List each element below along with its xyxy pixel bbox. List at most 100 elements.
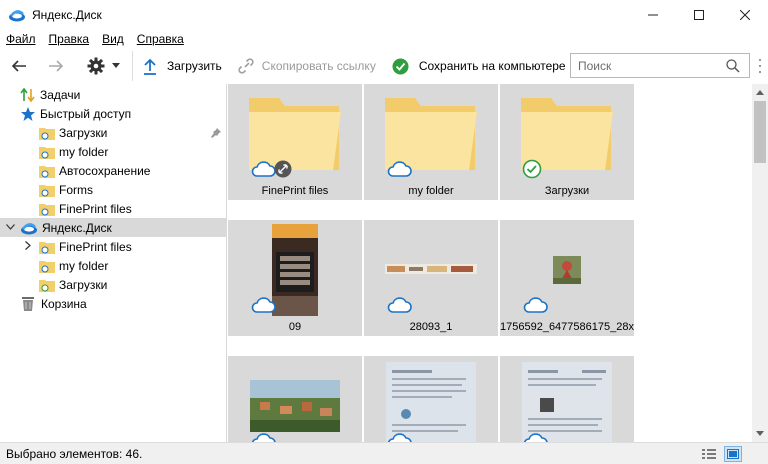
menu-bar: Файл Правка Вид Справка xyxy=(0,30,768,48)
tile-folder-downloads[interactable]: Загрузки xyxy=(500,84,634,200)
upload-icon xyxy=(144,58,156,75)
menu-view[interactable]: Вид xyxy=(102,32,124,46)
cloud-icon xyxy=(251,161,276,177)
minimize-button[interactable] xyxy=(630,0,676,30)
upload-label: Загрузить xyxy=(167,59,222,73)
cloud-icon xyxy=(523,297,548,313)
file-grid: FinePrint files my folder Загрузки 09 28… xyxy=(228,84,752,442)
tree-label: Задачи xyxy=(40,87,81,102)
search-icon[interactable] xyxy=(726,58,740,73)
tile-image-document-2[interactable] xyxy=(500,356,634,442)
close-button[interactable] xyxy=(722,0,768,30)
folder-cloud-icon xyxy=(39,260,55,273)
small-photo-thumbnail xyxy=(553,256,581,284)
scrollbar-thumb[interactable] xyxy=(754,101,766,163)
menu-file[interactable]: Файл xyxy=(6,32,36,46)
tree-label: Быстрый доступ xyxy=(40,106,132,121)
search-box xyxy=(570,53,750,78)
tree-label: Forms xyxy=(59,182,93,197)
tree-item-yandex-disk[interactable]: Яндекс.Диск xyxy=(0,218,226,237)
details-view-button[interactable] xyxy=(700,446,718,462)
tree-item-trash[interactable]: Корзина xyxy=(0,294,226,313)
chevron-down-icon[interactable] xyxy=(6,222,15,233)
arrow-left-icon xyxy=(11,60,26,72)
tree-item-tasks[interactable]: Задачи xyxy=(0,85,226,104)
maximize-button[interactable] xyxy=(676,0,722,30)
tile-label: Загрузки xyxy=(544,185,590,197)
tree-item-quick-access[interactable]: Быстрый доступ xyxy=(0,104,226,123)
pin-icon[interactable] xyxy=(210,127,222,139)
tree-item-disk-fineprint[interactable]: FinePrint files xyxy=(0,237,226,256)
tree-item-disk-downloads[interactable]: Загрузки xyxy=(0,275,226,294)
scroll-down-arrow[interactable] xyxy=(752,425,768,442)
window-title: Яндекс.Диск xyxy=(32,8,102,22)
landscape-photo-thumbnail xyxy=(250,380,340,432)
search-input[interactable] xyxy=(578,58,726,73)
save-label: Сохранить на компьютере xyxy=(418,59,566,73)
tiles-view-icon xyxy=(727,449,739,459)
tile-label: 1756592_6477586175_28x28 xyxy=(500,321,634,333)
banner-photo-thumbnail xyxy=(385,264,477,274)
tile-image-28093-1[interactable]: 28093_1 xyxy=(364,220,498,336)
menu-help[interactable]: Справка xyxy=(137,32,184,46)
folder-synced-icon xyxy=(39,279,55,292)
gear-icon xyxy=(87,57,105,75)
shared-link-icon xyxy=(274,160,292,178)
title-bar: Яндекс.Диск xyxy=(0,0,768,30)
chevron-right-icon[interactable] xyxy=(25,240,31,253)
phone-photo-thumbnail xyxy=(272,224,318,316)
tiles-view-button[interactable] xyxy=(724,446,742,462)
selection-count: Выбрано элементов: 46. xyxy=(6,446,143,461)
tree-label: Автосохранение xyxy=(59,163,151,178)
menu-edit[interactable]: Правка xyxy=(49,32,90,46)
tile-label: my folder xyxy=(408,185,454,197)
tree-item-disk-my-folder[interactable]: my folder xyxy=(0,256,226,275)
tile-label: FinePrint files xyxy=(261,185,329,197)
forward-button[interactable] xyxy=(36,52,76,80)
toolbar: Загрузить Скопировать ссылку Сохранить н… xyxy=(0,48,768,84)
chevron-down-icon xyxy=(112,63,120,68)
status-bar: Выбрано элементов: 46. xyxy=(0,442,768,464)
tile-image-09[interactable]: 09 xyxy=(228,220,362,336)
copy-link-button[interactable]: Скопировать ссылку xyxy=(238,52,376,80)
settings-button[interactable] xyxy=(80,52,126,80)
folder-cloud-icon xyxy=(39,203,55,216)
tree-item-quick-autosave[interactable]: Автосохранение xyxy=(0,161,226,180)
tile-folder-fineprint[interactable]: FinePrint files xyxy=(228,84,362,200)
cloud-icon xyxy=(387,297,412,313)
folder-cloud-icon xyxy=(39,146,55,159)
tree-item-quick-fineprint[interactable]: FinePrint files xyxy=(0,199,226,218)
yandex-disk-icon xyxy=(21,222,37,234)
tile-image-landscape[interactable] xyxy=(228,356,362,442)
folder-cloud-icon xyxy=(39,184,55,197)
tile-label: 09 xyxy=(288,321,302,333)
tree-label: FinePrint files xyxy=(59,201,132,216)
tree-item-quick-forms[interactable]: Forms xyxy=(0,180,226,199)
link-icon xyxy=(238,58,254,74)
vertical-scrollbar[interactable] xyxy=(752,84,768,442)
yandex-disk-icon xyxy=(8,6,26,24)
tree-label: my folder xyxy=(59,258,109,273)
upload-button[interactable]: Загрузить xyxy=(143,52,222,80)
tree-item-quick-downloads[interactable]: Загрузки xyxy=(0,123,226,142)
folder-cloud-icon xyxy=(39,165,55,178)
cloud-icon xyxy=(523,433,548,442)
tile-folder-my-folder[interactable]: my folder xyxy=(364,84,498,200)
tasks-arrows-icon xyxy=(20,87,35,102)
cloud-icon xyxy=(387,433,412,442)
toolbar-separator xyxy=(132,51,133,81)
star-icon xyxy=(21,106,35,121)
list-view-icon xyxy=(702,449,716,459)
tile-image-document-1[interactable] xyxy=(364,356,498,442)
check-circle-icon xyxy=(392,58,409,74)
arrow-right-icon xyxy=(49,60,64,72)
folder-cloud-icon xyxy=(39,127,55,140)
cloud-icon xyxy=(387,161,412,177)
toolbar-overflow-grip[interactable] xyxy=(758,57,762,75)
back-button[interactable] xyxy=(2,52,36,80)
save-to-computer-button[interactable]: Сохранить на компьютере xyxy=(392,52,566,80)
tile-image-1756592[interactable]: 1756592_6477586175_28x28 xyxy=(500,220,634,336)
scroll-up-arrow[interactable] xyxy=(752,84,768,101)
tree-item-quick-my-folder[interactable]: my folder xyxy=(0,142,226,161)
navigation-tree: Задачи Быстрый доступ Загрузки my folder… xyxy=(0,84,227,442)
